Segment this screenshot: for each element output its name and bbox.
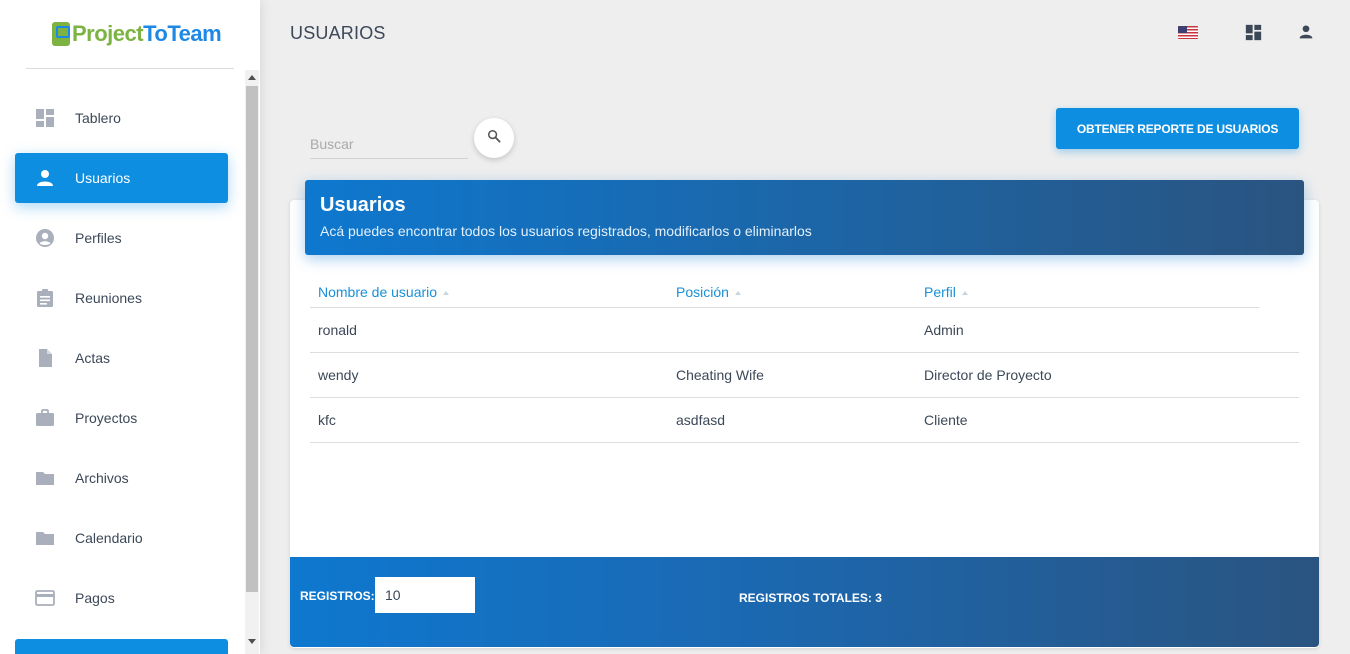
sidebar-scrollbar[interactable] — [245, 70, 259, 654]
person-icon — [35, 168, 55, 188]
logo-divider — [26, 68, 234, 69]
dashboard-icon[interactable] — [1243, 22, 1263, 42]
sidebar-item-actas[interactable]: Actas — [15, 333, 228, 383]
sidebar-item-archivos[interactable]: Archivos — [15, 453, 228, 503]
sidebar-item-usuarios[interactable]: Usuarios — [15, 153, 228, 203]
cell-username: wendy — [310, 352, 668, 398]
get-users-report-button[interactable]: OBTENER REPORTE DE USUARIOS — [1056, 108, 1299, 149]
cell-username: ronald — [310, 307, 668, 353]
folder-icon — [35, 528, 55, 548]
dashboard-icon — [35, 108, 55, 128]
card-subtitle: Acá puedes encontrar todos los usuarios … — [320, 223, 812, 239]
account-circle-icon — [35, 228, 55, 248]
cell-position: asdfasd — [668, 397, 916, 443]
person-icon[interactable] — [1296, 22, 1316, 42]
assignment-icon — [35, 288, 55, 308]
sidebar-item-tablero[interactable]: Tablero — [15, 93, 228, 143]
cell-position: Cheating Wife — [668, 352, 916, 398]
scroll-up-icon[interactable] — [248, 75, 256, 80]
card-title: Usuarios — [320, 194, 406, 216]
sidebar-item-partial[interactable] — [15, 639, 228, 654]
sidebar-item-label: Perfiles — [75, 230, 122, 246]
records-per-page-label: REGISTROS: — [300, 589, 375, 603]
sidebar-item-label: Pagos — [75, 590, 115, 606]
cell-profile: Director de Proyecto — [916, 352, 1299, 398]
sidebar-item-perfiles[interactable]: Perfiles — [15, 213, 228, 263]
total-records-label: REGISTROS TOTALES: 3 — [739, 591, 882, 605]
logo-text: ProjectToTeam — [72, 21, 222, 46]
sidebar-item-label: Actas — [75, 350, 111, 366]
sort-arrow-icon — [443, 291, 450, 296]
sidebar-nav: Tablero Usuarios Perfiles Reuniones Acta… — [15, 93, 228, 633]
sidebar: ProjectToTeam Tablero Usuarios Perfiles — [0, 0, 260, 654]
sidebar-item-reuniones[interactable]: Reuniones — [15, 273, 228, 323]
sidebar-item-calendario[interactable]: Calendario — [15, 513, 228, 563]
document-icon — [35, 348, 55, 368]
records-per-page-input[interactable] — [375, 577, 475, 613]
table-row[interactable]: ronald Admin — [310, 307, 1299, 353]
cell-profile: Admin — [916, 307, 1299, 353]
table-row[interactable]: wendy Cheating Wife Director de Proyecto — [310, 352, 1299, 398]
sidebar-item-label: Archivos — [75, 470, 129, 486]
sidebar-item-proyectos[interactable]: Proyectos — [15, 393, 228, 443]
column-header-spacer — [1259, 277, 1299, 307]
table-footer: REGISTROS: REGISTROS TOTALES: 3 — [290, 557, 1319, 647]
search-button[interactable] — [474, 118, 514, 158]
table-row[interactable]: kfc asdfasd Cliente — [310, 397, 1299, 443]
sidebar-item-label: Usuarios — [75, 170, 131, 186]
scroll-down-icon[interactable] — [248, 639, 256, 644]
briefcase-icon — [35, 408, 55, 428]
search-input[interactable] — [310, 125, 468, 158]
credit-card-icon — [35, 588, 55, 608]
sort-arrow-icon — [734, 291, 741, 296]
sidebar-item-label: Tablero — [75, 110, 121, 126]
sidebar-item-label: Proyectos — [75, 410, 138, 426]
cell-username: kfc — [310, 397, 668, 443]
page-title: USUARIOS — [290, 23, 386, 43]
search-field — [310, 125, 468, 159]
column-header-profile[interactable]: Perfil — [916, 277, 1259, 308]
cell-profile: Cliente — [916, 397, 1299, 443]
sidebar-item-label: Calendario — [75, 530, 143, 546]
folder-icon — [35, 468, 55, 488]
scrollbar-thumb[interactable] — [246, 86, 258, 592]
sidebar-item-label: Reuniones — [75, 290, 142, 306]
flag-canton — [1178, 26, 1187, 33]
card-header: Usuarios Acá puedes encontrar todos los … — [305, 180, 1304, 255]
sidebar-item-pagos[interactable]: Pagos — [15, 573, 228, 623]
us-flag-icon[interactable] — [1178, 26, 1198, 39]
app-logo[interactable]: ProjectToTeam — [52, 18, 222, 50]
users-table: Nombre de usuario Posición Perfil ronald… — [310, 277, 1299, 443]
cell-position — [668, 307, 916, 353]
logo-mark-icon — [52, 22, 70, 46]
column-header-position[interactable]: Posición — [668, 277, 916, 308]
column-header-username[interactable]: Nombre de usuario — [310, 277, 668, 308]
search-icon — [487, 129, 501, 148]
table-header-row: Nombre de usuario Posición Perfil — [310, 277, 1299, 308]
sort-arrow-icon — [961, 291, 968, 296]
